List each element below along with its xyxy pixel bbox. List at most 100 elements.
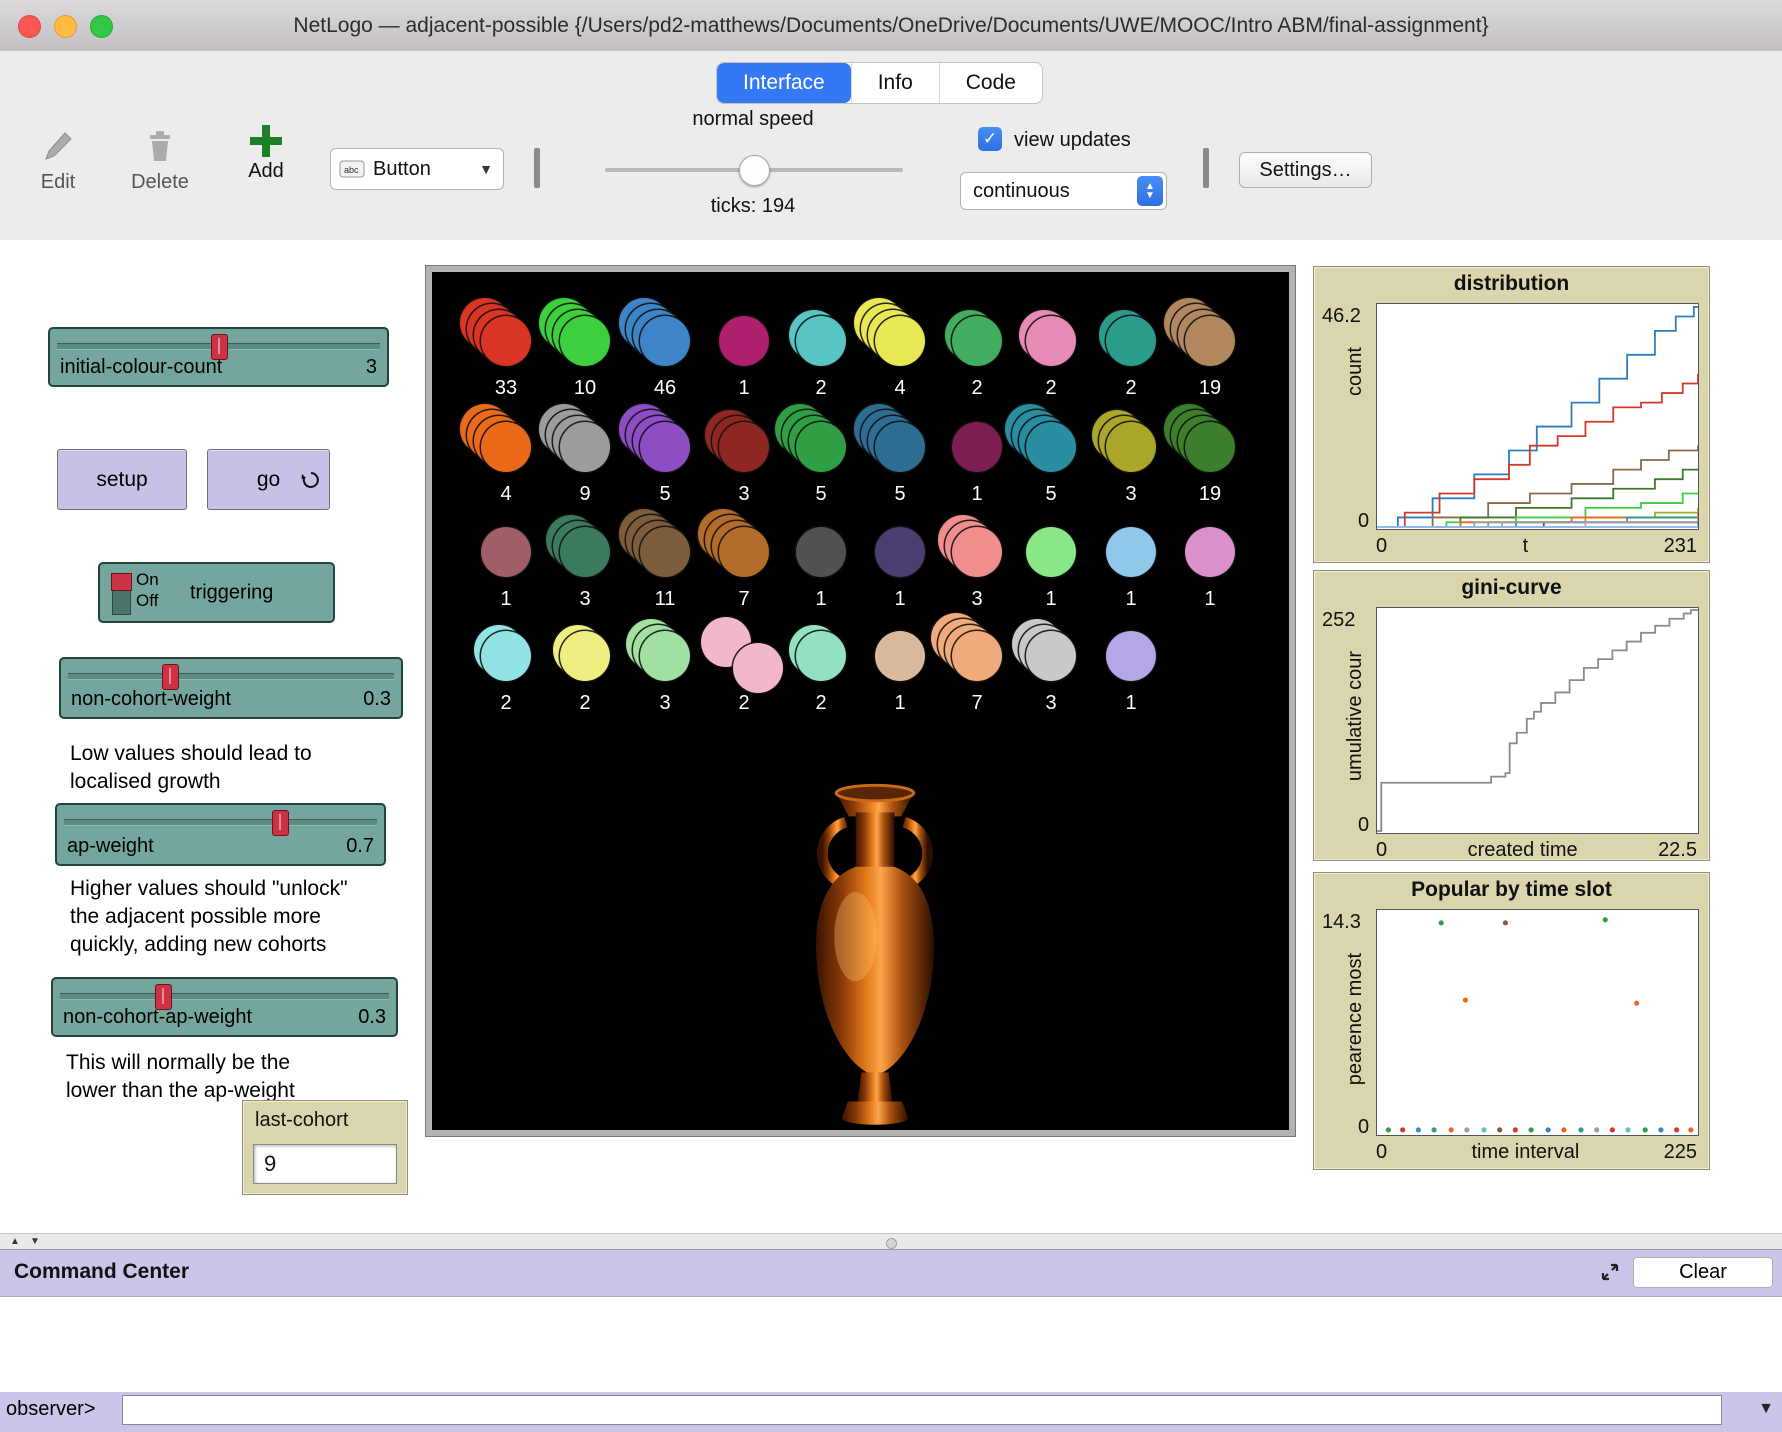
setup-button[interactable]: setup (57, 449, 187, 510)
svg-text:abc: abc (344, 165, 359, 175)
turtle-circle (640, 527, 690, 577)
collapse-down-icon[interactable]: ▼ (30, 1236, 40, 1247)
view-updates-checkbox[interactable]: ✓ (978, 127, 1002, 151)
y-axis-label: count (1344, 347, 1367, 396)
turtle-count-label: 3 (937, 588, 1017, 611)
turtle-count-label: 2 (466, 692, 546, 715)
tab-info[interactable]: Info (851, 63, 939, 103)
turtle-count-label: 5 (781, 483, 861, 506)
edit-button[interactable]: Edit (28, 129, 88, 194)
turtle-count-label: 5 (1011, 483, 1091, 506)
x-max-tick: 22.5 (1658, 839, 1697, 862)
delete-button[interactable]: Delete (125, 129, 195, 194)
turtle-circle (640, 422, 690, 472)
triggering-switch[interactable]: On Off triggering (98, 562, 335, 623)
slider-track[interactable] (68, 673, 394, 680)
turtle-count-label: 19 (1170, 483, 1250, 506)
turtle-circle (733, 643, 783, 693)
slider-initial-colour-count[interactable]: initial-colour-count 3 (48, 327, 389, 387)
turtle-circle (1185, 527, 1235, 577)
turtle-count-label: 9 (545, 483, 625, 506)
turtle-count-label: 7 (937, 692, 1017, 715)
widget-type-value: Button (373, 158, 431, 181)
slider-thumb[interactable] (272, 810, 289, 836)
turtle-count-label: 46 (625, 377, 705, 400)
last-cohort-monitor: last-cohort 9 (242, 1100, 408, 1195)
plot-popular-by-time-slot: Popular by time slot 14.3 0 pearence mos… (1313, 872, 1710, 1170)
slider-value: 0.7 (346, 835, 374, 858)
turtle-count-label: 33 (466, 377, 546, 400)
toolbar: Interface Info Code Edit Delete Add abc … (0, 51, 1782, 241)
collapse-up-icon[interactable]: ▲ (10, 1236, 20, 1247)
y-min-tick: 0 (1358, 814, 1369, 837)
add-button[interactable]: Add (236, 125, 296, 183)
history-dropdown-icon[interactable]: ▼ (1758, 1400, 1774, 1418)
slider-track[interactable] (64, 819, 377, 826)
turtle-circle (640, 631, 690, 681)
slider-ap-weight[interactable]: ap-weight 0.7 (55, 803, 386, 866)
turtle-circle (481, 631, 531, 681)
clear-button[interactable]: Clear (1633, 1257, 1773, 1288)
update-mode-dropdown[interactable]: continuous ▲▼ (960, 172, 1167, 210)
turtle-count-label: 10 (545, 377, 625, 400)
slider-thumb[interactable] (162, 664, 179, 690)
expand-icon[interactable] (1598, 1260, 1622, 1289)
turtle-count-label: 2 (781, 377, 861, 400)
turtle-count-label: 1 (1091, 692, 1171, 715)
turtle-count-label: 3 (1091, 483, 1171, 506)
turtle-circle (560, 422, 610, 472)
turtle-circle (1026, 422, 1076, 472)
plot-title: Popular by time slot (1314, 873, 1709, 902)
turtle-circle (1106, 527, 1156, 577)
speed-slider-thumb[interactable] (739, 155, 770, 186)
turtle-count-label: 7 (704, 588, 784, 611)
turtle-circle (1026, 631, 1076, 681)
tab-code[interactable]: Code (939, 63, 1042, 103)
world-canvas[interactable]: 3310461242221949535515319131171131112232… (426, 266, 1295, 1136)
command-output[interactable] (0, 1296, 1782, 1393)
turtle-count-label: 1 (937, 483, 1017, 506)
switch-slot[interactable] (112, 573, 131, 615)
slider-label: non-cohort-ap-weight (63, 1006, 252, 1029)
turtle-circle (481, 527, 531, 577)
turtle-circle (952, 316, 1002, 366)
settings-button[interactable]: Settings… (1239, 152, 1372, 188)
x-min-tick: 0 (1376, 839, 1387, 862)
slider-label: ap-weight (67, 835, 154, 858)
chevron-down-icon: ▼ (469, 161, 503, 177)
turtle-count-label: 1 (466, 588, 546, 611)
tab-interface[interactable]: Interface (717, 63, 851, 103)
window-titlebar[interactable]: NetLogo — adjacent-possible {/Users/pd2-… (0, 0, 1782, 52)
turtle-circle (719, 316, 769, 366)
plot-area (1376, 607, 1699, 834)
widget-type-dropdown[interactable]: abc Button ▼ (330, 148, 504, 190)
toolbar-separator (534, 148, 540, 188)
add-label: Add (236, 160, 296, 183)
switch-off-label: Off (136, 590, 159, 611)
x-axis-label: time interval (1471, 1141, 1579, 1164)
turtle-count-label: 5 (625, 483, 705, 506)
slider-non-cohort-ap-weight[interactable]: non-cohort-ap-weight 0.3 (51, 977, 398, 1037)
slider-track[interactable] (60, 993, 389, 1000)
turtle-circle (719, 527, 769, 577)
minimize-window-button[interactable] (54, 15, 77, 38)
splitter[interactable]: ▲ ▼ (0, 1233, 1782, 1250)
turtle-circle (875, 527, 925, 577)
turtle-count-label: 3 (1011, 692, 1091, 715)
turtle-circle (1106, 631, 1156, 681)
splitter-handle[interactable] (886, 1238, 897, 1249)
go-button[interactable]: go (207, 449, 330, 510)
y-min-tick: 0 (1358, 1116, 1369, 1139)
turtle-circle (1026, 316, 1076, 366)
command-input[interactable] (122, 1395, 1722, 1425)
observer-prompt: observer> (6, 1398, 96, 1421)
turtle-circle (481, 316, 531, 366)
slider-non-cohort-weight[interactable]: non-cohort-weight 0.3 (59, 657, 403, 719)
x-min-tick: 0 (1376, 535, 1387, 558)
close-window-button[interactable] (18, 15, 41, 38)
switch-knob[interactable] (111, 573, 132, 591)
plot-area (1376, 303, 1699, 530)
zoom-window-button[interactable] (90, 15, 113, 38)
turtle-circle (875, 316, 925, 366)
turtle-circle (1106, 316, 1156, 366)
